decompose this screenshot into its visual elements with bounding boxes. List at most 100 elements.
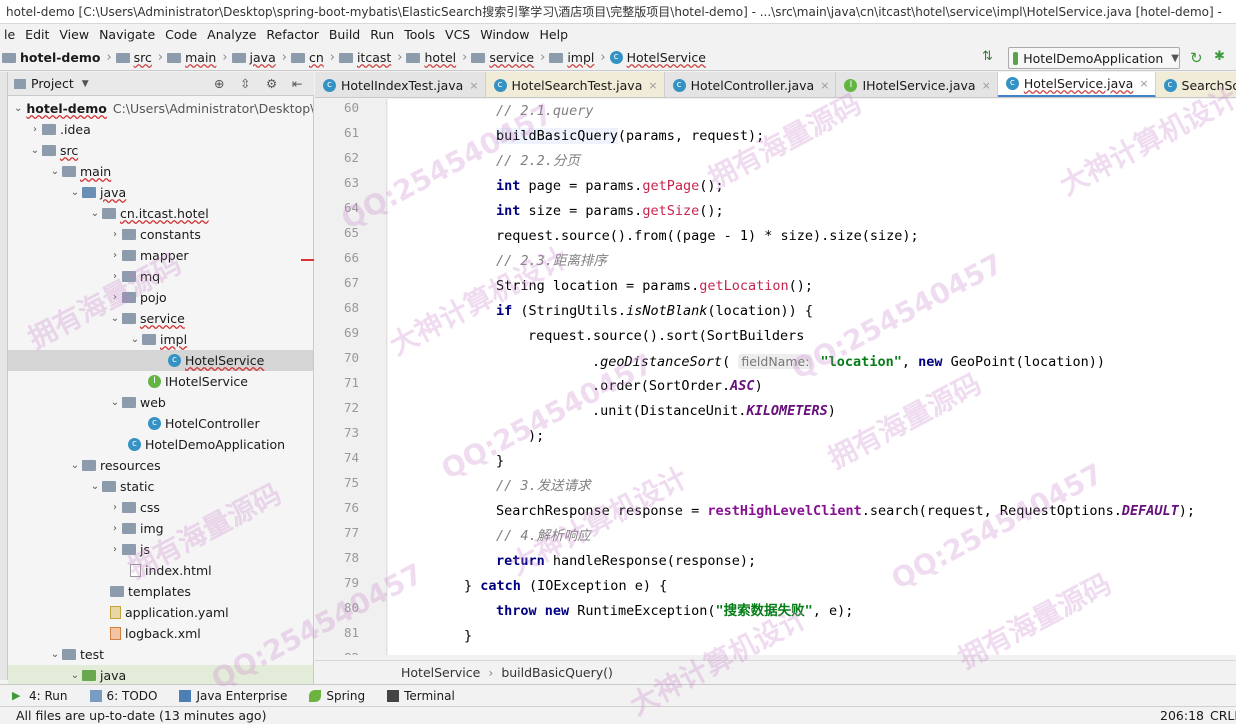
hide-panel-icon[interactable]: ⇤: [292, 76, 302, 91]
tree-node-src[interactable]: ⌄ src: [8, 140, 313, 161]
tab-hotelcontroller[interactable]: c HotelController.java ×: [665, 72, 837, 97]
tool-window-terminal[interactable]: Terminal: [387, 689, 455, 703]
line-separator[interactable]: CRLF: [1210, 708, 1236, 723]
chevron-right-icon[interactable]: ›: [108, 229, 122, 240]
menu-build[interactable]: Build: [325, 27, 366, 42]
tab-searchsourcebuilder[interactable]: c SearchSourceBuilde: [1155, 72, 1236, 97]
tab-hotelsearchtest[interactable]: c HotelSearchTest.java ×: [485, 72, 665, 97]
tree-node-js[interactable]: › js: [8, 539, 313, 560]
chevron-down-icon[interactable]: ⌄: [28, 145, 42, 156]
tool-window-todo[interactable]: 6: TODO: [89, 689, 157, 703]
tree-node-hotelcontroller[interactable]: c HotelController: [8, 413, 313, 434]
nav-crumb-impl[interactable]: impl ›: [549, 50, 606, 65]
menu-help[interactable]: Help: [536, 27, 575, 42]
menu-analyze[interactable]: Analyze: [203, 27, 262, 42]
tree-node-package[interactable]: ⌄ cn.itcast.hotel: [8, 203, 313, 224]
chevron-down-icon[interactable]: ⌄: [48, 649, 62, 660]
menu-view[interactable]: View: [55, 27, 95, 42]
menu-vcs[interactable]: VCS: [441, 27, 476, 42]
chevron-down-icon[interactable]: ⌄: [88, 481, 102, 492]
tab-hotelservice[interactable]: c HotelService.java ×: [997, 72, 1156, 97]
chevron-down-icon[interactable]: ⌄: [68, 187, 82, 198]
caret-position[interactable]: 206:18: [1160, 708, 1204, 723]
tree-node-resources[interactable]: ⌄ resources: [8, 455, 313, 476]
breadcrumb-class[interactable]: HotelService: [401, 665, 480, 680]
chevron-down-icon[interactable]: ⌄: [14, 103, 22, 114]
nav-crumb-hotelservice[interactable]: c HotelService: [609, 50, 706, 65]
chevron-down-icon[interactable]: ⌄: [68, 460, 82, 471]
sort-icon[interactable]: ⇅: [982, 49, 993, 64]
tree-node-img[interactable]: › img: [8, 518, 313, 539]
nav-crumb-service[interactable]: service ›: [471, 50, 545, 65]
nav-crumb-project[interactable]: hotel-demo ›: [2, 50, 112, 65]
chevron-down-icon[interactable]: ▼: [82, 79, 89, 89]
tree-node-root[interactable]: ⌄ hotel-demo C:\Users\Administrator\Desk…: [8, 98, 313, 119]
chevron-down-icon[interactable]: ⌄: [128, 334, 142, 345]
nav-crumb-itcast[interactable]: itcast ›: [338, 50, 402, 65]
menu-code[interactable]: Code: [161, 27, 203, 42]
menu-run[interactable]: Run: [366, 27, 400, 42]
tree-node-ihotelservice[interactable]: I IHotelService: [8, 371, 313, 392]
chevron-right-icon[interactable]: ›: [108, 250, 122, 261]
tree-node-hotelservice[interactable]: c HotelService: [8, 350, 313, 371]
chevron-right-icon[interactable]: ›: [108, 271, 122, 282]
close-icon[interactable]: ×: [469, 79, 478, 92]
tool-window-run[interactable]: ▶ 4: Run: [12, 689, 68, 703]
tree-node-main[interactable]: ⌄ main: [8, 161, 313, 182]
nav-crumb-cn[interactable]: cn ›: [290, 50, 335, 65]
rerun-icon[interactable]: ↻: [1190, 49, 1203, 67]
chevron-down-icon[interactable]: ⌄: [108, 397, 122, 408]
chevron-right-icon[interactable]: ›: [108, 502, 122, 513]
close-icon[interactable]: ×: [820, 79, 829, 92]
crosshair-icon[interactable]: ⊕: [214, 76, 224, 91]
tool-window-spring[interactable]: Spring: [309, 689, 365, 703]
collapse-all-icon[interactable]: ⇳: [240, 76, 250, 91]
nav-crumb-java[interactable]: java ›: [231, 50, 287, 65]
tree-node-constants[interactable]: › constants: [8, 224, 313, 245]
code-editor[interactable]: // 2.1.query buildBasicQuery(params, req…: [388, 99, 1236, 655]
chevron-down-icon[interactable]: ⌄: [68, 670, 82, 681]
nav-crumb-src[interactable]: src ›: [115, 50, 163, 65]
chevron-down-icon[interactable]: ⌄: [108, 313, 122, 324]
tab-ihotelservice[interactable]: I IHotelService.java ×: [836, 72, 998, 97]
close-icon[interactable]: ×: [648, 79, 657, 92]
close-icon[interactable]: ×: [982, 79, 991, 92]
tree-node-impl[interactable]: ⌄ impl: [8, 329, 313, 350]
close-icon[interactable]: ×: [1139, 77, 1148, 90]
tree-node-test[interactable]: ⌄ test: [8, 644, 313, 665]
menu-window[interactable]: Window: [476, 27, 535, 42]
chevron-right-icon[interactable]: ›: [108, 292, 122, 303]
tree-node-index-html[interactable]: index.html: [8, 560, 313, 581]
tree-node-css[interactable]: › css: [8, 497, 313, 518]
menu-tools[interactable]: Tools: [400, 27, 441, 42]
menu-file[interactable]: le: [0, 27, 21, 42]
tree-node-service[interactable]: ⌄ service: [8, 308, 313, 329]
menu-refactor[interactable]: Refactor: [262, 27, 324, 42]
tree-node-web[interactable]: ⌄ web: [8, 392, 313, 413]
tree-node-application[interactable]: c HotelDemoApplication: [8, 434, 313, 455]
tree-node-mq[interactable]: › mq: [8, 266, 313, 287]
nav-crumb-hotel[interactable]: hotel ›: [406, 50, 467, 65]
tree-node-logback-xml[interactable]: logback.xml: [8, 623, 313, 644]
run-config-select[interactable]: HotelDemoApplication ▼: [1008, 47, 1180, 69]
tree-node-pojo[interactable]: › pojo: [8, 287, 313, 308]
chevron-right-icon[interactable]: ›: [28, 124, 42, 135]
gear-icon[interactable]: ⚙: [266, 76, 277, 91]
chevron-right-icon[interactable]: ›: [108, 523, 122, 534]
chevron-down-icon[interactable]: ⌄: [48, 166, 62, 177]
menu-navigate[interactable]: Navigate: [95, 27, 161, 42]
project-panel-title[interactable]: Project: [31, 76, 74, 91]
tree-node-java[interactable]: ⌄ java: [8, 182, 313, 203]
tab-hotelindextest[interactable]: c HotelIndexTest.java ×: [315, 72, 486, 97]
breadcrumb-method[interactable]: buildBasicQuery(): [501, 665, 613, 680]
chevron-right-icon[interactable]: ›: [108, 544, 122, 555]
tree-node-mapper[interactable]: › mapper: [8, 245, 313, 266]
tree-node-idea[interactable]: › .idea: [8, 119, 313, 140]
menu-edit[interactable]: Edit: [21, 27, 55, 42]
tool-window-java-enterprise[interactable]: Java Enterprise: [179, 689, 287, 703]
tree-node-application-yaml[interactable]: application.yaml: [8, 602, 313, 623]
chevron-down-icon[interactable]: ⌄: [88, 208, 102, 219]
tree-node-test-java[interactable]: ⌄ java: [8, 665, 313, 684]
nav-crumb-main[interactable]: main ›: [167, 50, 228, 65]
debug-icon[interactable]: ✱: [1214, 49, 1225, 64]
